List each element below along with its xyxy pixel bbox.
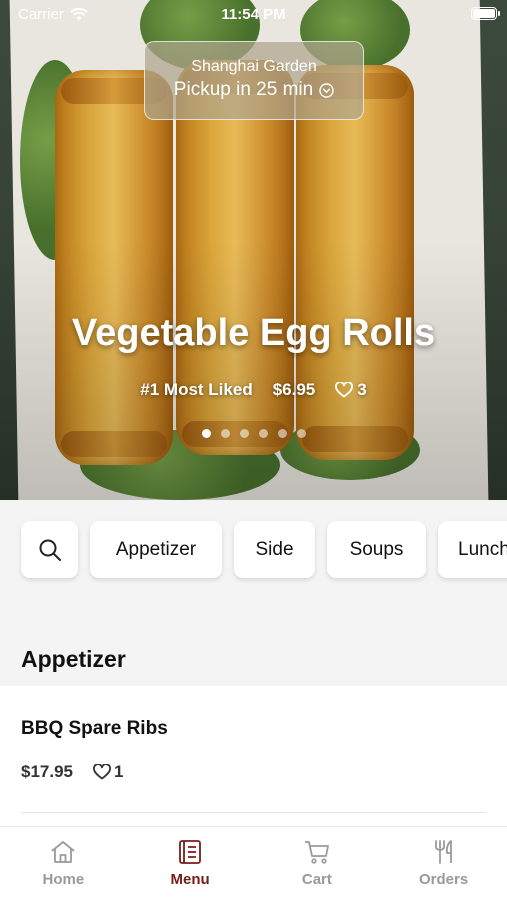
category-chip-lunch[interactable]: Lunch	[438, 521, 507, 578]
menu-item-likes[interactable]: 1	[93, 762, 123, 782]
menu-item-likes-count: 1	[114, 762, 124, 781]
featured-price: $6.95	[272, 380, 316, 399]
orders-icon	[434, 840, 452, 864]
chevron-down-circle-icon	[319, 82, 334, 98]
search-button[interactable]	[21, 521, 78, 578]
menu-item[interactable]: BBQ Spare Ribs $17.95 1	[0, 686, 507, 828]
tab-menu[interactable]: Menu	[127, 827, 254, 900]
carousel-dot[interactable]	[277, 429, 287, 438]
carousel-dot[interactable]	[220, 429, 230, 438]
hero-carousel[interactable]: Carrier 11:54 PM Shanghai Garden Pickup …	[0, 0, 507, 500]
search-icon	[39, 539, 61, 561]
featured-item-meta: #1 Most Liked $6.95 3	[0, 380, 507, 400]
carousel-dot[interactable]	[258, 429, 268, 438]
restaurant-name: Shanghai Garden	[191, 58, 317, 75]
menu-item-meta: $17.95 1	[21, 762, 123, 782]
pickup-time-label: Pickup in 25 min	[173, 79, 314, 100]
tab-home-label: Home	[42, 871, 85, 888]
tab-home[interactable]: Home	[0, 827, 127, 900]
tab-cart[interactable]: Cart	[254, 827, 381, 900]
tab-orders-label: Orders	[419, 871, 469, 888]
carousel-page-indicator[interactable]	[0, 429, 507, 438]
heart-icon	[93, 764, 111, 780]
tab-menu-label: Menu	[170, 871, 210, 888]
menu-item-name: BBQ Spare Ribs	[21, 718, 168, 739]
tab-orders[interactable]: Orders	[380, 827, 507, 900]
menu-item-price: $17.95	[21, 762, 73, 781]
category-chip-side[interactable]: Side	[234, 521, 315, 578]
clock: 11:54 PM	[221, 6, 286, 23]
home-icon	[51, 841, 75, 863]
pickup-time: Pickup in 25 min	[145, 79, 363, 101]
featured-likes[interactable]: 3	[335, 380, 367, 400]
category-bar[interactable]: Appetizer Side Soups Lunch	[0, 500, 507, 600]
category-chip-soups[interactable]: Soups	[327, 521, 426, 578]
pickup-selector[interactable]: Shanghai Garden Pickup in 25 min	[144, 41, 364, 120]
section-title: Appetizer	[21, 646, 126, 672]
tab-cart-label: Cart	[301, 871, 332, 888]
carousel-dot[interactable]	[201, 429, 211, 438]
featured-likes-count: 3	[357, 380, 367, 399]
divider	[21, 812, 486, 813]
carousel-dot[interactable]	[296, 429, 306, 438]
tab-bar: Home Menu Cart Orders	[0, 826, 507, 900]
featured-item-title: Vegetable Egg Rolls	[71, 312, 436, 354]
hero-shade	[0, 240, 507, 500]
carousel-dot[interactable]	[239, 429, 249, 438]
menu-icon	[179, 840, 202, 864]
battery-level	[473, 9, 495, 18]
cart-icon	[304, 841, 329, 864]
heart-icon	[335, 382, 354, 398]
category-chip-appetizer[interactable]: Appetizer	[90, 521, 222, 578]
status-bar: Carrier 11:54 PM	[0, 0, 507, 28]
featured-rank: #1 Most Liked	[140, 380, 253, 399]
battery-icon	[471, 7, 500, 20]
